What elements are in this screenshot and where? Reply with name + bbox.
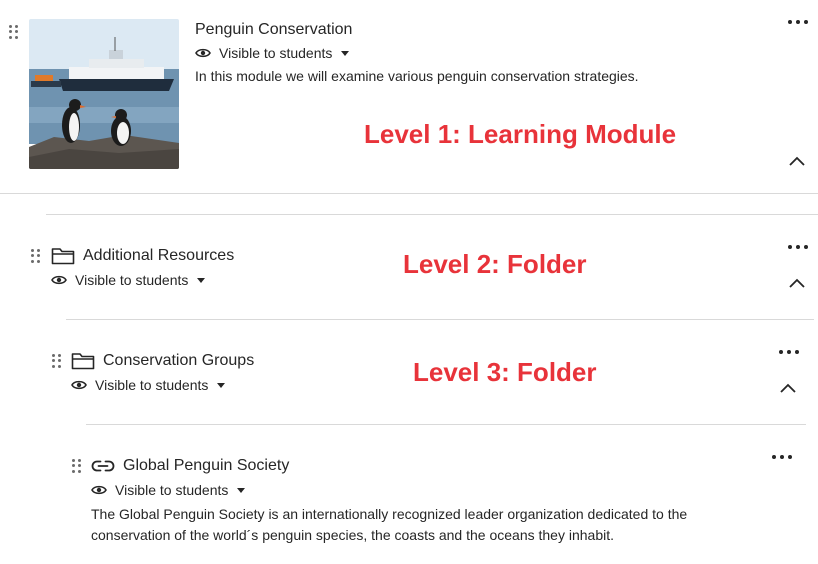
divider bbox=[86, 424, 806, 425]
folder-icon bbox=[71, 353, 95, 370]
visibility-label: Visible to students bbox=[115, 482, 229, 498]
drag-handle-icon[interactable] bbox=[31, 249, 41, 263]
link-title[interactable]: Global Penguin Society bbox=[123, 457, 289, 475]
folder-visibility-dropdown[interactable]: Visible to students bbox=[71, 377, 226, 393]
visibility-label: Visible to students bbox=[75, 272, 189, 288]
module-visibility-dropdown[interactable]: Visible to students bbox=[195, 45, 350, 61]
chevron-up-icon[interactable] bbox=[788, 155, 806, 167]
annotation-level-3: Level 3: Folder bbox=[413, 357, 597, 387]
annotation-level-2: Level 2: Folder bbox=[403, 249, 587, 279]
caret-down-icon bbox=[237, 487, 246, 493]
caret-down-icon bbox=[341, 50, 350, 56]
chevron-up-icon[interactable] bbox=[788, 277, 806, 289]
annotation-level-1: Level 1: Learning Module bbox=[364, 119, 677, 149]
divider bbox=[66, 319, 814, 320]
drag-handle-icon[interactable] bbox=[9, 25, 19, 39]
link-visibility-dropdown[interactable]: Visible to students bbox=[91, 482, 246, 498]
module-title[interactable]: Penguin Conservation bbox=[195, 21, 352, 39]
drag-handle-icon[interactable] bbox=[72, 459, 82, 473]
eye-icon bbox=[71, 380, 87, 390]
more-options-icon[interactable] bbox=[779, 348, 799, 356]
visibility-label: Visible to students bbox=[95, 377, 209, 393]
more-options-icon[interactable] bbox=[772, 453, 792, 461]
link-icon bbox=[91, 460, 115, 472]
drag-handle-icon[interactable] bbox=[52, 354, 62, 368]
divider bbox=[46, 214, 818, 215]
folder-title[interactable]: Conservation Groups bbox=[103, 352, 254, 370]
eye-icon bbox=[91, 485, 107, 495]
caret-down-icon bbox=[217, 382, 226, 388]
divider bbox=[0, 193, 818, 194]
chevron-up-icon[interactable] bbox=[779, 382, 797, 394]
visibility-label: Visible to students bbox=[219, 45, 333, 61]
module-description: In this module we will examine various p… bbox=[195, 68, 639, 84]
more-options-icon[interactable] bbox=[788, 18, 808, 26]
module-thumbnail bbox=[29, 19, 179, 169]
folder-visibility-dropdown[interactable]: Visible to students bbox=[51, 272, 206, 288]
link-description-line-1: The Global Penguin Society is an interna… bbox=[91, 506, 688, 522]
eye-icon bbox=[195, 48, 211, 58]
link-description-line-2: conservation of the world´s penguin spec… bbox=[91, 527, 614, 543]
more-options-icon[interactable] bbox=[788, 243, 808, 251]
eye-icon bbox=[51, 275, 67, 285]
caret-down-icon bbox=[197, 277, 206, 283]
folder-icon bbox=[51, 248, 75, 265]
folder-title[interactable]: Additional Resources bbox=[83, 247, 234, 265]
